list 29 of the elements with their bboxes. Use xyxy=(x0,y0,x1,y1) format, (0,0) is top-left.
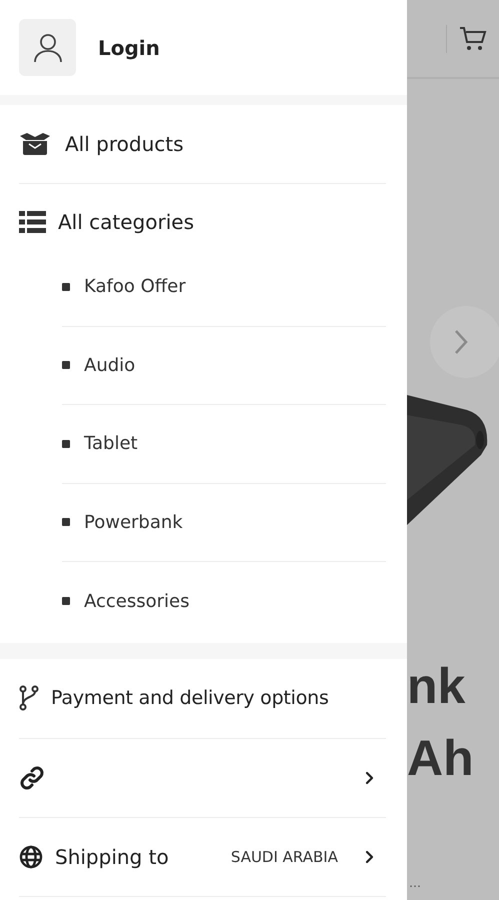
payment-options-link[interactable]: Payment and delivery options xyxy=(51,687,329,709)
category-link[interactable]: Audio xyxy=(84,354,136,376)
category-link[interactable]: Accessories xyxy=(84,590,190,612)
bullet-icon xyxy=(62,440,70,448)
all-categories-link[interactable]: All categories xyxy=(58,210,194,234)
all-products-link[interactable]: All products xyxy=(65,132,184,156)
branch-icon xyxy=(19,685,39,711)
headline-text: Ah xyxy=(407,729,474,788)
login-link[interactable]: Login xyxy=(98,36,160,60)
cart-icon[interactable] xyxy=(459,26,487,52)
chevron-right-icon xyxy=(454,329,468,355)
country-selector[interactable]: SAUDI ARABIA xyxy=(230,848,338,866)
bullet-icon xyxy=(62,361,70,370)
bullet-icon xyxy=(62,518,70,526)
bullet-icon xyxy=(62,597,70,606)
caption-text: … xyxy=(409,876,421,890)
globe-icon xyxy=(19,844,43,868)
bullet-icon xyxy=(62,282,70,291)
chevron-right-icon xyxy=(364,770,374,784)
category-link[interactable]: Kafoo Offer xyxy=(84,276,186,298)
category-link[interactable]: Powerbank xyxy=(84,512,183,533)
avatar-icon[interactable] xyxy=(19,19,76,76)
shipping-label: Shipping to xyxy=(55,844,169,868)
headline-text: nk xyxy=(407,657,466,716)
category-link[interactable]: Tablet xyxy=(84,433,138,454)
chevron-right-icon xyxy=(364,850,374,864)
link-icon xyxy=(19,764,45,790)
box-icon xyxy=(19,133,51,155)
list-icon xyxy=(19,211,46,233)
